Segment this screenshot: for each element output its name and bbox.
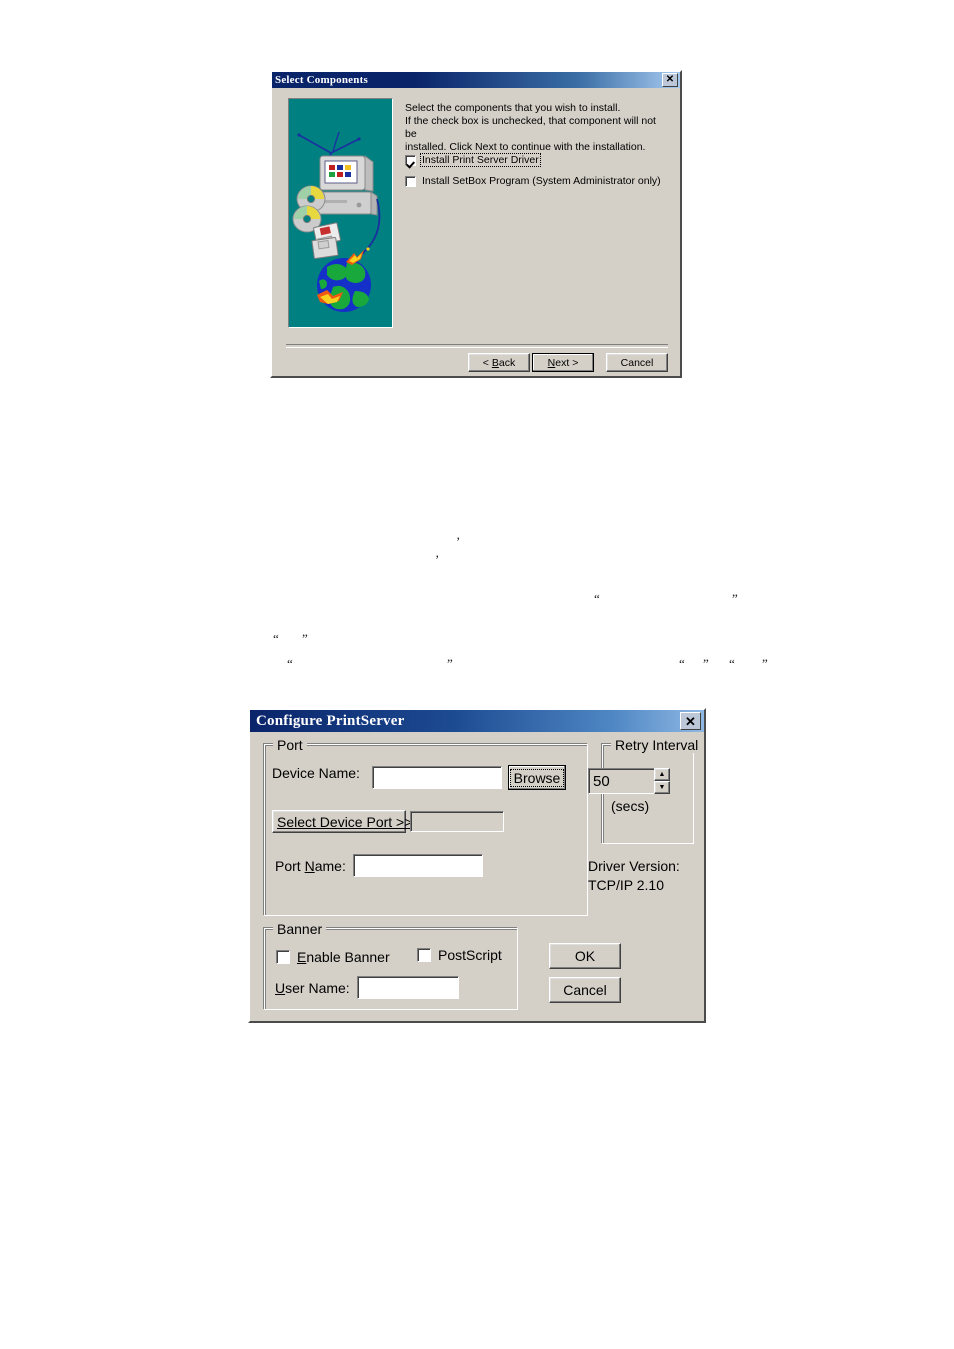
next-button[interactable]: Next > <box>532 353 594 372</box>
ok-button[interactable]: OK <box>549 943 621 969</box>
select-device-port-button[interactable]: Select Device Port >> <box>272 810 412 833</box>
select-components-dialog: Select Components ✕ Select the component… <box>270 70 682 378</box>
user-name-input[interactable] <box>357 976 459 999</box>
cancel-button[interactable]: Cancel <box>606 353 668 372</box>
banner-group-label: Banner <box>273 921 327 937</box>
punctuation-mark: “ <box>594 591 600 606</box>
checkbox-label-enable-banner: Enable Banner <box>297 949 390 965</box>
punctuation-mark: ” <box>302 631 308 646</box>
punctuation-mark: “ <box>729 656 735 671</box>
checkbox-checked-icon[interactable] <box>405 154 416 166</box>
select-components-body: Select the components that you wish to i… <box>272 72 680 376</box>
spinner-up-arrow-icon[interactable]: ▲ <box>654 768 670 781</box>
port-name-label: Port Name: <box>275 858 346 874</box>
user-name-label-key: U <box>275 980 286 996</box>
intro-line-2: If the check box is unchecked, that comp… <box>405 115 656 140</box>
back-button[interactable]: < Back <box>468 353 530 372</box>
selected-device-port-display <box>410 811 504 832</box>
retry-interval-units-label: (secs) <box>611 798 650 814</box>
checkbox-unchecked-icon[interactable] <box>276 950 290 964</box>
intro-line-1: Select the components that you wish to i… <box>405 102 621 114</box>
punctuation-mark: ” <box>703 656 709 671</box>
retry-interval-group-label: Retry Interval <box>611 737 703 753</box>
user-name-label-rest: ser Name: <box>285 980 350 996</box>
checkbox-label-install-print-server-driver: Install Print Server Driver <box>420 153 541 167</box>
browse-button-label: Browse <box>509 768 565 787</box>
punctuation-mark: ” <box>732 591 738 606</box>
select-device-port-button-label: Select Device Port >> <box>277 813 413 830</box>
device-name-input[interactable] <box>372 766 502 789</box>
intro-line-3: installed. Click Next to continue with t… <box>405 141 646 153</box>
punctuation-mark: “ <box>273 631 279 646</box>
punctuation-mark: “ <box>287 656 293 671</box>
next-button-label: Next > <box>547 356 579 369</box>
device-name-label: Device Name: <box>272 765 360 781</box>
browse-button[interactable]: Browse <box>508 765 566 790</box>
retry-interval-group: Retry Interval <box>602 737 703 844</box>
port-group-label: Port <box>273 737 307 753</box>
punctuation-mark: ’ <box>435 552 440 567</box>
checkbox-postscript[interactable]: PostScript <box>417 947 502 963</box>
port-name-label-key: N <box>304 858 315 874</box>
installer-artwork-graphic <box>289 99 392 327</box>
punctuation-mark: “ <box>679 656 685 671</box>
checkbox-install-setbox-program[interactable]: Install SetBox Program (System Administr… <box>405 175 662 187</box>
spinner-down-arrow-icon[interactable]: ▼ <box>654 781 670 794</box>
checkbox-unchecked-icon[interactable] <box>417 948 431 962</box>
checkbox-label-postscript: PostScript <box>438 947 502 963</box>
checkbox-unchecked-icon[interactable] <box>405 175 416 187</box>
punctuation-mark: ” <box>447 656 453 671</box>
back-button-label: < Back <box>482 356 516 369</box>
punctuation-mark: ” <box>762 656 768 671</box>
port-name-input[interactable] <box>353 854 483 877</box>
port-name-label-post: ame: <box>314 858 346 874</box>
driver-version-text: Driver Version: TCP/IP 2.10 <box>588 857 680 895</box>
punctuation-mark: ’ <box>456 534 461 549</box>
checkbox-label-install-setbox-program: Install SetBox Program (System Administr… <box>422 175 661 187</box>
checkbox-install-print-server-driver[interactable]: Install Print Server Driver <box>405 153 541 167</box>
port-name-label-pre: Port <box>275 858 305 874</box>
installer-artwork-panel <box>288 98 393 328</box>
retry-interval-spinner[interactable]: ▲ ▼ <box>654 768 670 794</box>
cancel-button[interactable]: Cancel <box>549 977 621 1003</box>
user-name-label: User Name: <box>275 980 350 996</box>
retry-interval-value: 50 <box>593 772 610 790</box>
checkbox-enable-banner[interactable]: Enable Banner <box>276 949 390 965</box>
divider <box>286 344 668 348</box>
intro-text: Select the components that you wish to i… <box>405 102 667 154</box>
driver-version-line-2: TCP/IP 2.10 <box>588 877 665 893</box>
driver-version-line-1: Driver Version: <box>588 858 680 874</box>
